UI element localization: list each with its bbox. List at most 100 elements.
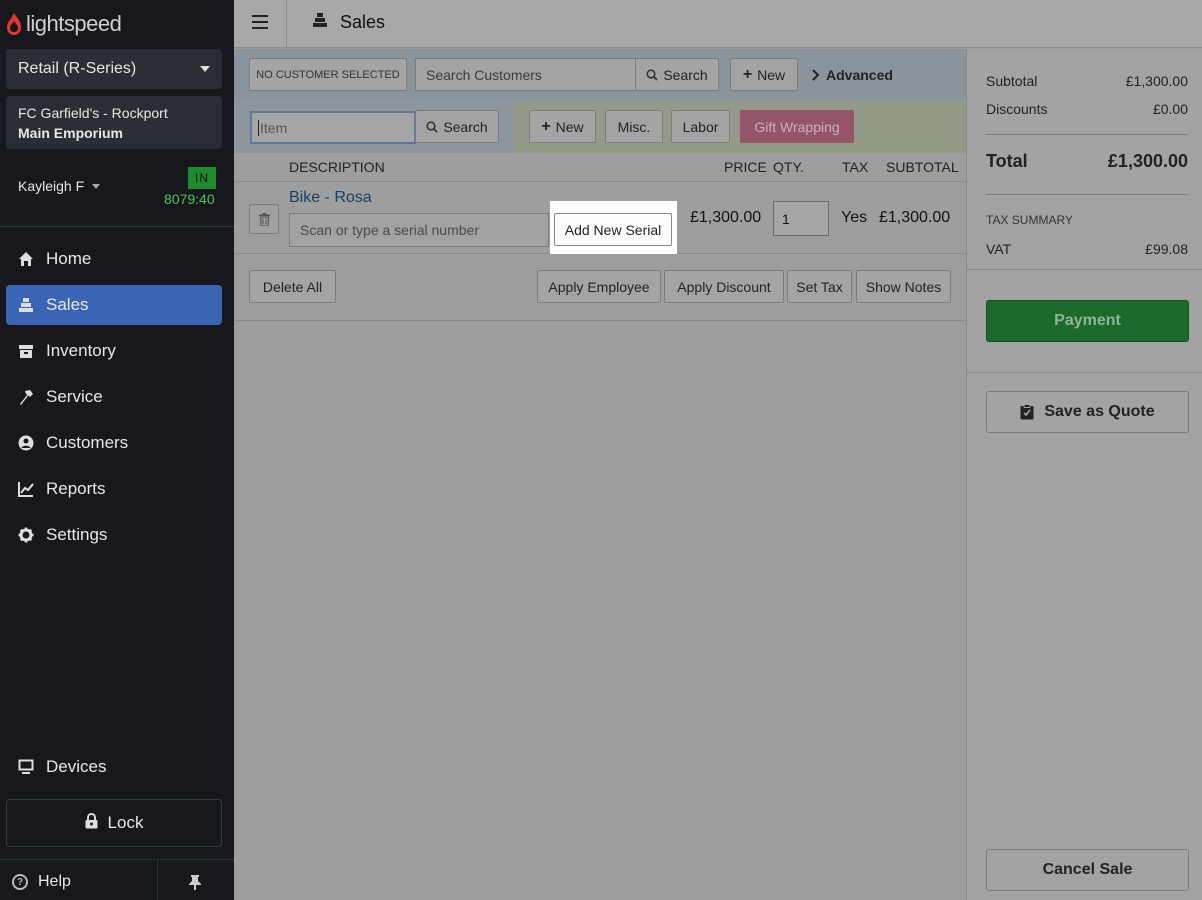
save-as-quote-button[interactable]: Save as Quote <box>986 391 1189 433</box>
item-actions-section: + New Misc. Labor Gift Wrapping <box>514 101 966 153</box>
chart-line-icon <box>18 481 34 497</box>
sale-table-header: DESCRIPTION PRICE QTY. TAX SUBTOTAL <box>234 153 966 182</box>
lock-label: Lock <box>107 813 144 832</box>
help-circle-icon: ? <box>12 874 28 890</box>
flame-icon <box>7 13 21 35</box>
add-new-serial-button[interactable]: Add New Serial <box>554 213 672 246</box>
sidebar-item-settings[interactable]: Settings <box>6 515 222 555</box>
delete-line-button[interactable] <box>249 204 279 234</box>
delete-all-button[interactable]: Delete All <box>249 270 336 303</box>
sidebar-item-reports[interactable]: Reports <box>6 469 222 509</box>
show-notes-button[interactable]: Show Notes <box>856 270 951 303</box>
plus-icon: + <box>742 65 753 83</box>
home-icon <box>18 251 34 267</box>
vat-value: £99.08 <box>1145 241 1188 257</box>
page-title-text: Sales <box>340 12 386 32</box>
search-icon <box>646 68 658 81</box>
customer-search-input[interactable]: Search Customers <box>415 58 636 91</box>
sale-main: NO CUSTOMER SELECTED Search Customers Se… <box>234 49 966 900</box>
customer-search-button[interactable]: Search <box>635 58 719 91</box>
column-tax: TAX <box>842 159 869 175</box>
discounts-row: Discounts £0.00 <box>986 101 1188 117</box>
summary-divider <box>986 134 1188 135</box>
store-label: Retail (R-Series) <box>18 60 137 77</box>
sidebar-divider <box>0 859 234 860</box>
item-search-input[interactable]: Item <box>250 111 416 144</box>
inventory-icon <box>18 343 34 359</box>
gear-icon <box>18 527 34 543</box>
location-register: Main Emporium <box>18 125 124 141</box>
new-customer-button[interactable]: + New <box>730 58 798 91</box>
total-value: £1,300.00 <box>1107 151 1188 171</box>
line-subtotal: £1,300.00 <box>879 209 951 226</box>
user-menu[interactable]: Kayleigh F <box>18 178 101 194</box>
tax-summary-label: TAX SUMMARY <box>986 213 1073 227</box>
line-price[interactable]: £1,300.00 <box>690 209 761 227</box>
item-entry-row: Item Search + New Misc. Labor Gift Wrapp… <box>234 101 966 153</box>
sidebar-item-label: Devices <box>46 757 107 776</box>
sidebar-item-service[interactable]: Service <box>6 377 222 417</box>
item-link[interactable]: Bike - Rosa <box>289 189 372 207</box>
register-icon <box>312 12 328 33</box>
user-name: Kayleigh F <box>18 178 85 194</box>
summary-panel: Subtotal £1,300.00 Discounts £0.00 Total… <box>966 49 1202 900</box>
no-customer-button[interactable]: NO CUSTOMER SELECTED <box>249 58 407 91</box>
button-label: Search <box>663 66 708 83</box>
subtotal-value: £1,300.00 <box>1125 73 1188 89</box>
quantity-input[interactable]: 1 <box>773 201 829 236</box>
advanced-search-toggle[interactable]: Advanced <box>812 67 893 83</box>
sidebar-item-devices[interactable]: Devices <box>6 747 222 787</box>
customer-row: NO CUSTOMER SELECTED Search Customers Se… <box>234 49 966 101</box>
set-tax-button[interactable]: Set Tax <box>787 270 852 303</box>
sidebar-item-home[interactable]: Home <box>6 239 222 279</box>
discounts-value: £0.00 <box>1152 101 1188 117</box>
sidebar-item-label: Sales <box>46 295 89 314</box>
gift-wrapping-button[interactable]: Gift Wrapping <box>740 110 854 143</box>
lock-button[interactable]: Lock <box>6 799 222 847</box>
apply-employee-button[interactable]: Apply Employee <box>537 270 661 303</box>
sidebar-divider <box>157 860 158 900</box>
register-icon <box>18 297 34 313</box>
help-button[interactable]: ? Help <box>12 873 71 891</box>
advanced-label: Advanced <box>826 67 893 83</box>
cancel-sale-button[interactable]: Cancel Sale <box>986 849 1189 891</box>
item-search-button[interactable]: Search <box>415 110 499 143</box>
apply-discount-button[interactable]: Apply Discount <box>664 270 784 303</box>
sidebar-item-customers[interactable]: Customers <box>6 423 222 463</box>
sidebar-item-label: Inventory <box>46 341 116 360</box>
button-label: New <box>757 66 786 83</box>
payment-button[interactable]: Payment <box>986 300 1189 342</box>
monitor-icon <box>18 759 34 775</box>
pin-icon[interactable] <box>188 874 202 893</box>
store-select[interactable]: Retail (R-Series) <box>6 49 222 89</box>
brand-name: lightspeed <box>26 11 122 36</box>
clipboard-icon <box>1020 404 1034 420</box>
help-label: Help <box>38 873 71 890</box>
subtotal-label: Subtotal <box>986 73 1038 89</box>
labor-button[interactable]: Labor <box>671 110 730 143</box>
button-label: Save as Quote <box>1044 403 1155 420</box>
serial-button-highlight: Add New Serial <box>550 201 677 254</box>
sidebar-item-label: Reports <box>46 479 106 498</box>
search-icon <box>426 120 438 133</box>
misc-button[interactable]: Misc. <box>605 110 663 143</box>
line-tax[interactable]: Yes <box>841 209 867 227</box>
hamburger-menu-icon[interactable] <box>252 15 268 29</box>
sidebar-item-sales[interactable]: Sales <box>6 285 222 325</box>
location-shop: FC Garfield's - Rockport <box>18 105 168 121</box>
lightspeed-logo[interactable]: lightspeed <box>6 10 122 38</box>
sale-actions-row: Delete All Apply Employee Apply Discount… <box>234 254 966 321</box>
new-item-button[interactable]: + New <box>529 110 596 143</box>
clock-status-badge[interactable]: IN <box>188 167 216 189</box>
trash-icon <box>258 212 270 226</box>
top-bar: Sales <box>234 0 1202 48</box>
summary-divider <box>967 372 1202 373</box>
total-row: Total £1,300.00 <box>986 151 1188 172</box>
location-selector[interactable]: FC Garfield's - Rockport Main Emporium <box>6 96 222 149</box>
total-label: Total <box>986 151 1028 171</box>
column-subtotal: SUBTOTAL <box>886 159 959 175</box>
sidebar-item-inventory[interactable]: Inventory <box>6 331 222 371</box>
serial-number-input[interactable]: Scan or type a serial number <box>289 213 549 247</box>
vat-label: VAT <box>986 241 1012 257</box>
user-circle-icon <box>18 435 34 451</box>
